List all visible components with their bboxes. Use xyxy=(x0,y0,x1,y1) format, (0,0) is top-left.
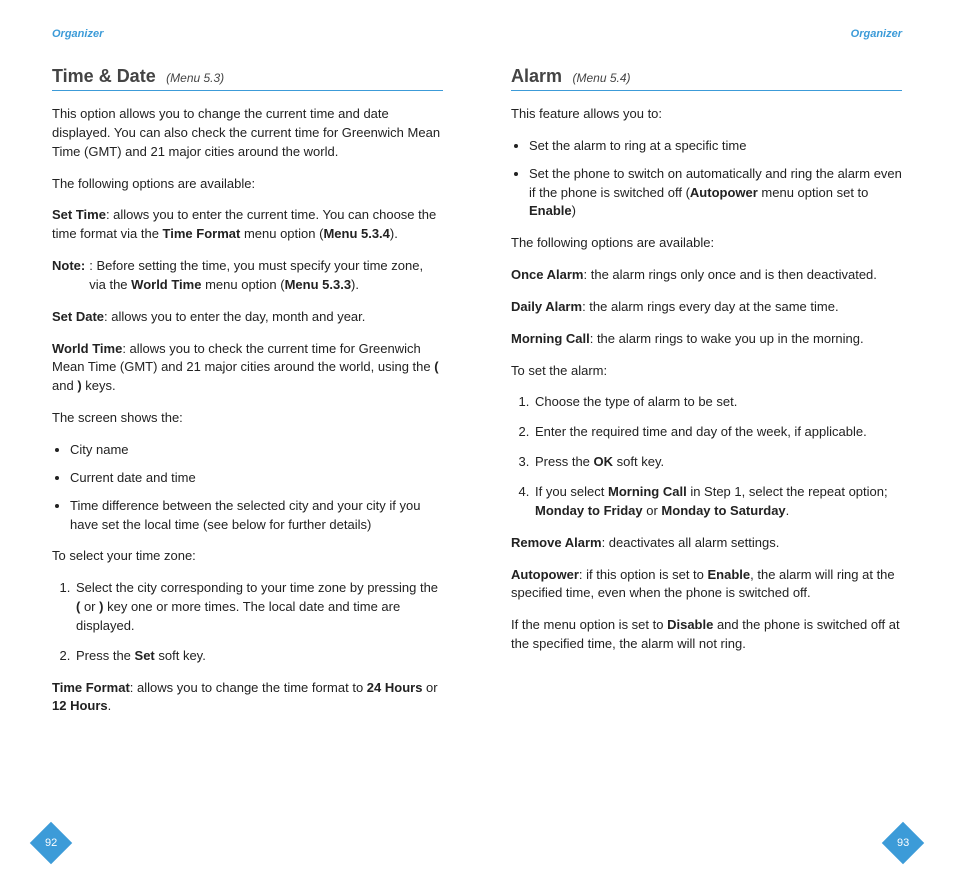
intro-text: This option allows you to change the cur… xyxy=(52,105,443,162)
set-time-para: Set Time: allows you to enter the curren… xyxy=(52,206,443,244)
intro-text: This feature allows you to: xyxy=(511,105,902,124)
options-intro: The following options are available: xyxy=(52,175,443,194)
disable-para: If the menu option is set to Disable and… xyxy=(511,616,902,654)
body-right: This feature allows you to: Set the alar… xyxy=(511,105,902,654)
title-time-date: Time & Date xyxy=(52,66,156,86)
time-format-para: Time Format: allows you to change the ti… xyxy=(52,679,443,717)
page-number-left: 92 xyxy=(30,822,72,864)
select-zone-intro: To select your time zone: xyxy=(52,547,443,566)
once-alarm-para: Once Alarm: the alarm rings only once an… xyxy=(511,266,902,285)
list-item: City name xyxy=(70,441,443,460)
to-set-intro: To set the alarm: xyxy=(511,362,902,381)
menu-ref-alarm: (Menu 5.4) xyxy=(572,71,630,85)
intro-bullets: Set the alarm to ring at a specific time… xyxy=(511,137,902,221)
list-item: Press the Set soft key. xyxy=(74,647,443,666)
note-label: Note: xyxy=(52,257,85,295)
page-number-right: 93 xyxy=(882,822,924,864)
page-left: Organizer Time & Date (Menu 5.3) This op… xyxy=(0,0,477,876)
header-left: Organizer xyxy=(52,28,443,40)
screen-shows: The screen shows the: xyxy=(52,409,443,428)
world-time-para: World Time: allows you to check the curr… xyxy=(52,340,443,397)
list-item: Time difference between the selected cit… xyxy=(70,497,443,535)
list-item: Select the city corresponding to your ti… xyxy=(74,579,443,636)
list-item: Choose the type of alarm to be set. xyxy=(533,393,902,412)
options-intro: The following options are available: xyxy=(511,234,902,253)
body-left: This option allows you to change the cur… xyxy=(52,105,443,716)
left-key-icon: ( xyxy=(434,359,438,374)
set-date-para: Set Date: allows you to enter the day, m… xyxy=(52,308,443,327)
to-set-steps: Choose the type of alarm to be set. Ente… xyxy=(511,393,902,520)
list-item: Current date and time xyxy=(70,469,443,488)
section-head-alarm: Alarm (Menu 5.4) xyxy=(511,66,902,91)
menu-ref-time-date: (Menu 5.3) xyxy=(166,71,224,85)
page-right: Organizer Alarm (Menu 5.4) This feature … xyxy=(477,0,954,876)
autopower-para: Autopower: if this option is set to Enab… xyxy=(511,566,902,604)
daily-alarm-para: Daily Alarm: the alarm rings every day a… xyxy=(511,298,902,317)
list-item: Enter the required time and day of the w… xyxy=(533,423,902,442)
list-item: Press the OK soft key. xyxy=(533,453,902,472)
morning-call-para: Morning Call: the alarm rings to wake yo… xyxy=(511,330,902,349)
note-body: : Before setting the time, you must spec… xyxy=(89,257,443,295)
header-right: Organizer xyxy=(511,28,902,40)
title-alarm: Alarm xyxy=(511,66,562,86)
list-item: If you select Morning Call in Step 1, se… xyxy=(533,483,902,521)
list-item: Set the phone to switch on automatically… xyxy=(529,165,902,222)
list-item: Set the alarm to ring at a specific time xyxy=(529,137,902,156)
screen-shows-list: City name Current date and time Time dif… xyxy=(52,441,443,534)
remove-alarm-para: Remove Alarm: deactivates all alarm sett… xyxy=(511,534,902,553)
select-zone-steps: Select the city corresponding to your ti… xyxy=(52,579,443,665)
note-block: Note: : Before setting the time, you mus… xyxy=(52,257,443,295)
section-head-time-date: Time & Date (Menu 5.3) xyxy=(52,66,443,91)
